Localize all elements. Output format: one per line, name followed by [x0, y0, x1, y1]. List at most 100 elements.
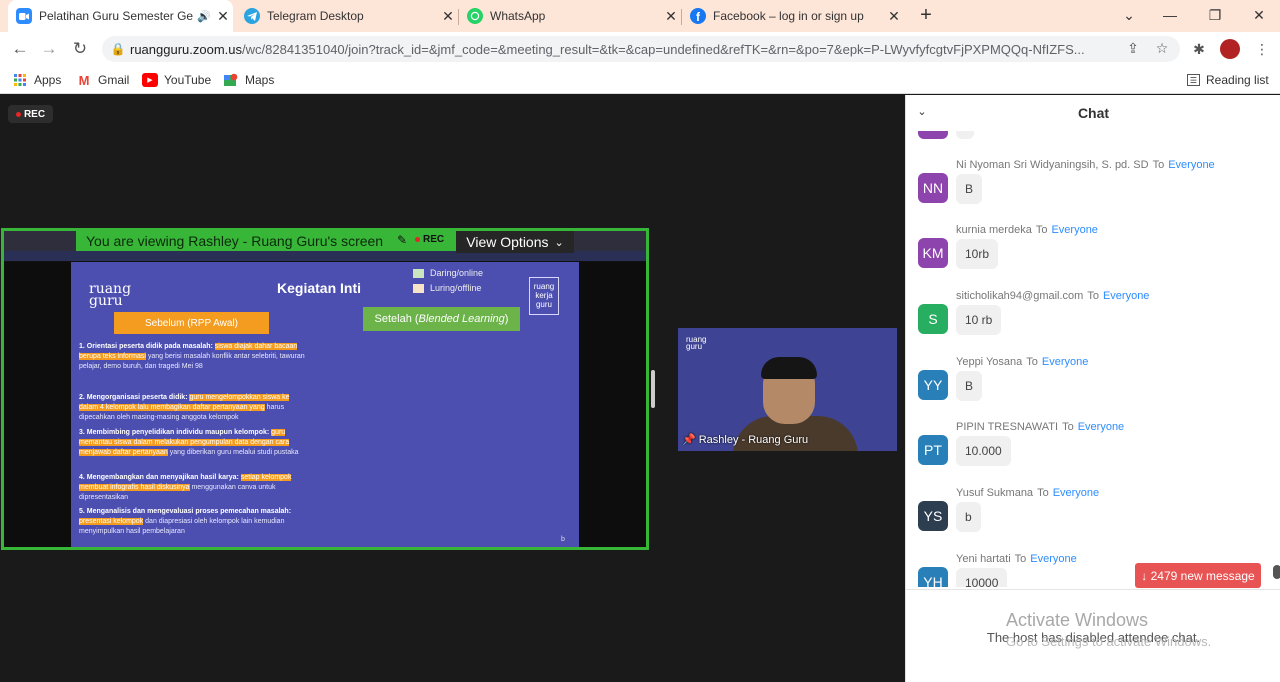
- extensions-icon[interactable]: ✱: [1188, 38, 1210, 60]
- url-host: ruangguru.zoom.us: [130, 41, 243, 57]
- participant-video[interactable]: ruang guru 📌 Rashley - Ruang Guru: [678, 328, 897, 451]
- tab-title: Telegram Desktop: [267, 9, 364, 23]
- bookmark-label: Gmail: [98, 73, 130, 87]
- bookmark-maps[interactable]: Maps: [223, 71, 274, 89]
- meeting-area: REC You are viewing Rashley - Ruang Guru…: [0, 95, 905, 682]
- speaker-icon[interactable]: 🔊: [195, 10, 213, 23]
- avatar: S: [918, 304, 948, 334]
- to-label: To: [1014, 553, 1027, 565]
- zoom-icon: [16, 8, 32, 24]
- slide-margin-right: [579, 262, 646, 547]
- slide-corner-text: b: [561, 536, 565, 543]
- lock-icon[interactable]: 🔒: [106, 42, 130, 56]
- url-text[interactable]: ruangguru.zoom.us/wc/82841351040/join?tr…: [130, 42, 1115, 57]
- minimize-button[interactable]: —: [1158, 4, 1182, 26]
- recipient-everyone: Everyone: [1102, 290, 1150, 302]
- address-bar[interactable]: 🔒 ruangguru.zoom.us/wc/82841351040/join?…: [102, 36, 1180, 62]
- sender-name: PIPIN TRESNAWATI: [956, 421, 1059, 433]
- view-options-button[interactable]: View Options ⌄: [456, 231, 574, 253]
- legend-label: Luring/offline: [430, 283, 482, 293]
- tab-telegram[interactable]: Telegram Desktop ✕: [236, 0, 458, 32]
- tab-title: Pelatihan Guru Semester Ge: [39, 9, 194, 23]
- slide-item-head: 2. Mengorganisasi peserta didik:: [79, 394, 188, 401]
- slide-badge: ruang kerja guru: [529, 277, 559, 315]
- gmail-icon: M: [78, 72, 90, 88]
- tab-facebook[interactable]: f Facebook – log in or sign up ✕: [682, 0, 904, 32]
- slide-item-rest: yang diberikan guru melalui studi pustak…: [169, 449, 299, 456]
- slide-item-head: 4. Mengembangkan dan menyajikan hasil ka…: [79, 474, 239, 481]
- to-label: To: [1062, 421, 1074, 433]
- slide-item-head: 5. Menganalisis dan mengevaluasi proses …: [79, 508, 292, 515]
- close-icon[interactable]: ✕: [213, 8, 233, 25]
- sender-name: siticholikah94@gmail.com: [956, 290, 1084, 302]
- presentation-slide: ruang guru Kegiatan Inti Daring/online L…: [71, 262, 579, 547]
- setelah-emphasis: Blended Learning: [418, 313, 505, 325]
- sender-name: Yeppi Yosana: [956, 356, 1023, 368]
- slide-item-highlight: presentasi kelompok: [79, 518, 144, 525]
- share-icon[interactable]: ⇪: [1123, 40, 1143, 57]
- youtube-icon: ▶: [142, 73, 158, 87]
- message-sender: siticholikah94@gmail.com To Everyone: [956, 290, 1149, 302]
- chat-scrollbar[interactable]: [1273, 565, 1280, 579]
- reading-list-button[interactable]: ☰ Reading list: [1187, 71, 1269, 89]
- message-bubble: 10rb: [956, 239, 999, 269]
- setelah-suffix: ): [504, 313, 509, 325]
- bookmark-youtube[interactable]: ▶ YouTube: [142, 71, 211, 89]
- legend-online: Daring/online: [413, 268, 483, 278]
- setelah-label: Setelah (Blended Learning): [363, 307, 520, 331]
- slide-logo: ruang guru: [89, 281, 132, 309]
- message-bubble: B: [956, 371, 983, 401]
- chat-message: Yeppi Yosana To Everyone YY B: [906, 356, 1280, 422]
- close-icon[interactable]: ✕: [438, 8, 458, 25]
- shared-screen[interactable]: You are viewing Rashley - Ruang Guru's s…: [1, 228, 649, 550]
- person-hair: [761, 357, 817, 379]
- bookmark-star-icon[interactable]: ☆: [1152, 40, 1172, 57]
- menu-icon[interactable]: ⋮: [1251, 38, 1273, 60]
- legend-swatch: [413, 268, 424, 278]
- to-label: To: [1035, 224, 1048, 236]
- sender-name: Ni Nyoman Sri Widyaningsih, S. pd. SD: [956, 159, 1149, 171]
- back-button[interactable]: ←: [9, 38, 31, 60]
- message-bubble: b: [956, 502, 981, 532]
- tab-title: WhatsApp: [490, 9, 546, 23]
- message-sender: PIPIN TRESNAWATI To Everyone: [956, 421, 1124, 433]
- close-icon[interactable]: ✕: [884, 8, 904, 25]
- window-close-button[interactable]: ✕: [1247, 4, 1271, 26]
- avatar: PT: [918, 435, 948, 465]
- message-sender: Yeppi Yosana To Everyone: [956, 356, 1088, 368]
- chat-message: kurnia merdeka To Everyone KM 10rb: [906, 224, 1280, 290]
- bookmark-label: Maps: [245, 73, 275, 87]
- chat-message-list[interactable]: Ni Nyoman Sri Widyaningsih, S. pd. SD To E…: [906, 131, 1280, 587]
- video-logo: ruang guru: [686, 335, 707, 351]
- bookmark-gmail[interactable]: M Gmail: [76, 71, 130, 89]
- view-options-label: View Options: [466, 234, 549, 250]
- record-dot-icon: [415, 237, 420, 242]
- forward-button[interactable]: →: [38, 38, 60, 60]
- to-label: To: [1152, 159, 1165, 171]
- profile-avatar[interactable]: [1220, 39, 1240, 59]
- chat-header: ⌄ Chat: [906, 95, 1280, 131]
- setelah-prefix: Setelah (: [374, 313, 419, 325]
- slide-item: 3. Membimbing penyelidikan individu maup…: [79, 428, 309, 458]
- browser-toolbar: ← → ↻ 🔒 ruangguru.zoom.us/wc/82841351040…: [0, 32, 1280, 66]
- new-tab-button[interactable]: +: [915, 4, 937, 28]
- tab-title: Facebook – log in or sign up: [713, 9, 864, 23]
- new-messages-button[interactable]: ↓ 2479 new message: [1135, 563, 1261, 588]
- avatar: YH: [918, 567, 948, 587]
- reading-list-label: Reading list: [1206, 73, 1269, 87]
- split-resize-handle[interactable]: [651, 370, 655, 408]
- message-sender: kurnia merdeka To Everyone: [956, 224, 1098, 236]
- tab-whatsapp[interactable]: WhatsApp ✕: [459, 0, 681, 32]
- recipient-everyone: Everyone: [1168, 159, 1215, 171]
- tab-search-icon[interactable]: ⌄: [1117, 4, 1141, 26]
- reading-list-icon: ☰: [1187, 74, 1200, 86]
- chevron-down-icon: ⌄: [554, 236, 564, 249]
- telegram-icon: [244, 8, 260, 24]
- restore-button[interactable]: ❐: [1203, 4, 1227, 26]
- chat-panel: ⌄ Chat Ni Nyoman Sri Widyaningsih, S. pd…: [905, 95, 1280, 682]
- tab-strip: Pelatihan Guru Semester Ge 🔊 ✕ Telegram …: [0, 0, 1280, 32]
- reload-button[interactable]: ↻: [69, 38, 91, 60]
- close-icon[interactable]: ✕: [661, 8, 681, 25]
- bookmark-apps[interactable]: Apps: [12, 71, 61, 89]
- tab-zoom[interactable]: Pelatihan Guru Semester Ge 🔊 ✕: [8, 0, 233, 32]
